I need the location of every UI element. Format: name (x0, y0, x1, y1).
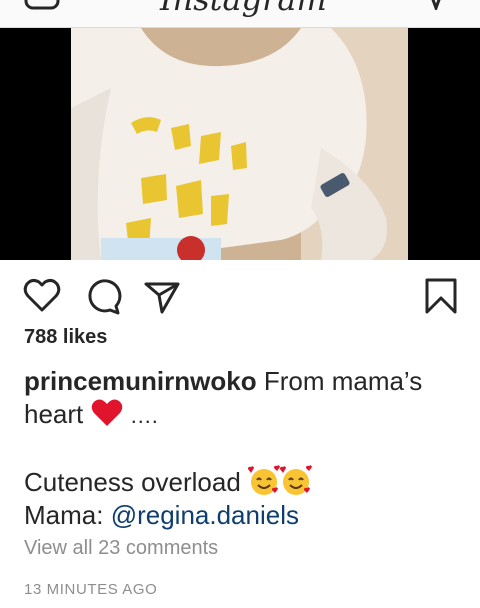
view-all-comments-link[interactable]: View all 23 comments (24, 537, 218, 560)
caption-line-3: Cuteness overload (24, 465, 456, 499)
red-heart-emoji-icon (91, 399, 122, 426)
post-photo[interactable] (71, 28, 408, 260)
caption-mention-link[interactable]: @regina.daniels (111, 500, 299, 530)
caption-line-2: heart …. (24, 398, 456, 432)
caption-line-4: Mama: @regina.daniels (24, 499, 456, 532)
post-media[interactable] (0, 28, 480, 260)
caption-ellipsis: …. (129, 403, 158, 428)
post-caption: princemunirnwoko From mama’s heart …. Cu… (24, 365, 456, 532)
app-logo: Instagram (160, 0, 327, 18)
caption-line-1: princemunirnwoko From mama’s (24, 365, 456, 398)
smiling-face-with-hearts-emoji-icon (280, 465, 313, 495)
smiling-face-with-hearts-emoji-icon (248, 465, 281, 495)
direct-message-icon[interactable] (422, 0, 452, 10)
camera-icon[interactable] (24, 0, 60, 10)
caption-mama-label: Mama: (24, 500, 104, 530)
caption-cuteness: Cuteness overload (24, 467, 241, 497)
post-timestamp: 13 MINUTES AGO (24, 581, 158, 598)
post-action-bar (0, 260, 480, 332)
caption-text: From mama’s (263, 366, 423, 396)
comment-bubble-icon[interactable] (82, 276, 122, 316)
heart-icon[interactable] (22, 276, 62, 316)
caption-username[interactable]: princemunirnwoko (24, 366, 257, 396)
caption-text-heart: heart (24, 399, 84, 429)
photo-content (71, 28, 408, 260)
top-app-bar: Instagram (0, 0, 480, 28)
bookmark-icon[interactable] (421, 276, 461, 316)
likes-count[interactable]: 788 likes (24, 326, 107, 349)
share-paper-plane-icon[interactable] (142, 276, 182, 316)
